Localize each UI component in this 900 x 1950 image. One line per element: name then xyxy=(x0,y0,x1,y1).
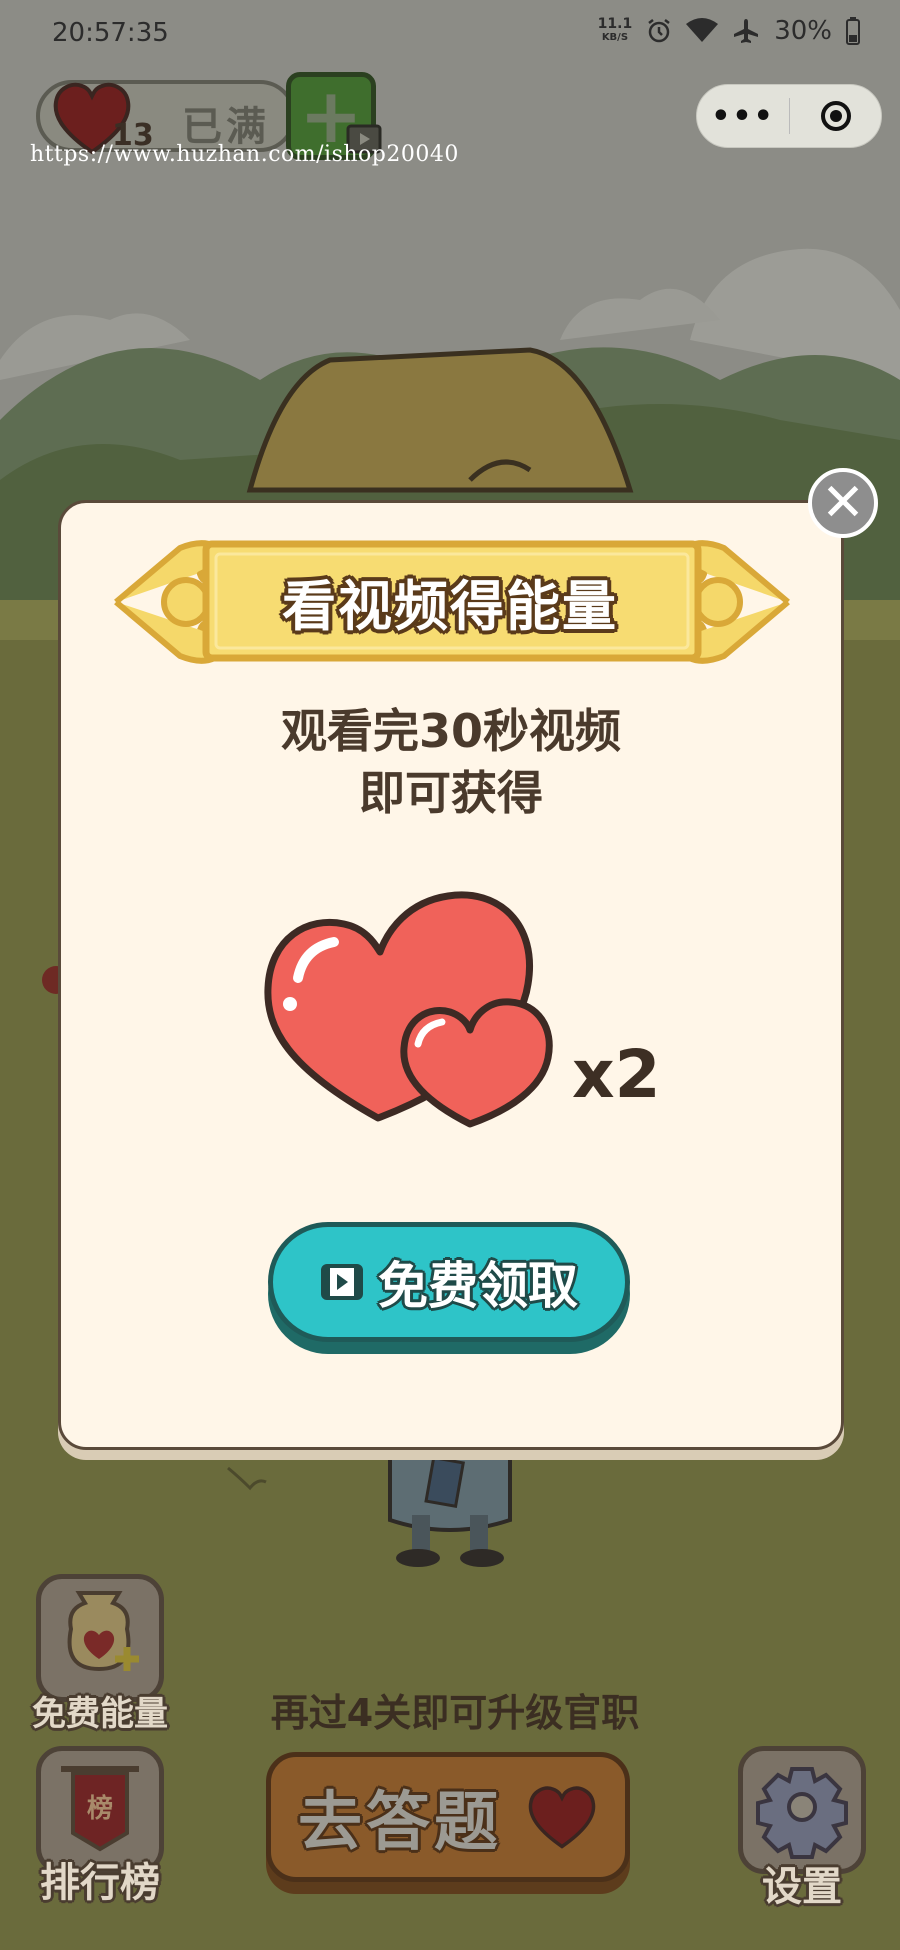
network-speed-unit: KB/S xyxy=(601,32,629,43)
description-line-2: 即可获得 xyxy=(359,766,543,820)
video-icon xyxy=(321,1264,363,1300)
close-miniprogram-button[interactable] xyxy=(790,99,881,133)
miniprogram-capsule: ••• xyxy=(696,84,882,148)
airplane-icon xyxy=(734,19,759,43)
upgrade-hint: 再过4关即可升级官职 xyxy=(270,1691,640,1735)
status-time: 20:57:35 xyxy=(52,18,169,48)
watermark-text: https://www.huzhan.com/ishop20040 xyxy=(30,142,459,167)
battery-icon xyxy=(846,17,860,45)
reward-multiplier: x2 xyxy=(572,1036,661,1113)
ranking-label: 排行榜 xyxy=(40,1860,160,1906)
settings-label: 设置 xyxy=(762,1864,842,1910)
double-heart-reward-icon xyxy=(264,891,553,1128)
dialog-close-button[interactable]: ✕ xyxy=(808,468,878,538)
answer-question-button[interactable]: 去答题 xyxy=(266,1752,630,1882)
network-speed-value: 11.1 xyxy=(597,16,633,32)
wifi-icon xyxy=(686,18,719,42)
description-line-1: 观看完30秒视频 xyxy=(280,704,621,758)
money-bag-heart-icon xyxy=(67,1591,139,1672)
dialog-description: 观看完30秒视频 即可获得 xyxy=(58,700,844,824)
battery-percent: 30% xyxy=(774,16,832,46)
answer-label: 去答题 xyxy=(298,1786,502,1860)
ranking-banner-text: 榜 xyxy=(87,1793,113,1824)
claim-label: 免费领取 xyxy=(378,1257,578,1315)
network-speed: 11.1 KB/S xyxy=(598,17,633,45)
free-claim-button[interactable]: 免费领取 xyxy=(268,1222,630,1342)
more-menu-button[interactable]: ••• xyxy=(697,99,789,134)
close-icon: ✕ xyxy=(821,473,865,533)
dialog-title: 看视频得能量 xyxy=(282,574,618,638)
gear-icon xyxy=(756,1767,848,1859)
status-icons: 11.1 KB/S 30% xyxy=(598,16,860,46)
heart-icon xyxy=(528,1786,596,1849)
target-icon xyxy=(820,101,851,131)
alarm-icon xyxy=(648,19,670,43)
